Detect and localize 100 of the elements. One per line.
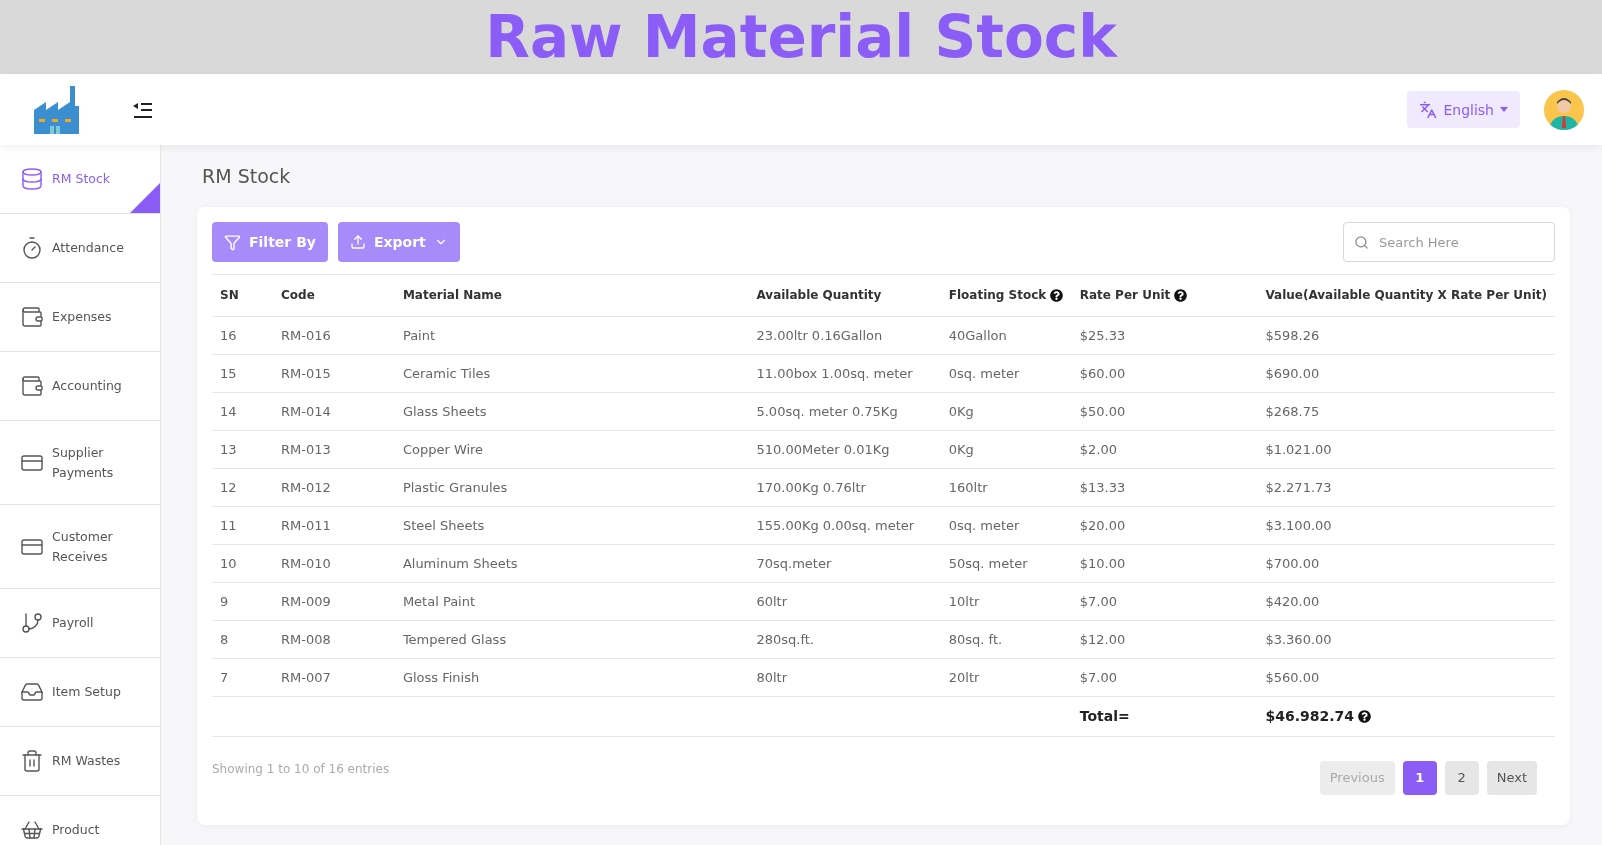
- page-button[interactable]: 2: [1444, 760, 1479, 795]
- sidebar-item[interactable]: Product: [0, 796, 160, 845]
- table-cell: 0sq. meter: [940, 506, 1072, 544]
- table-cell: $690.00: [1257, 354, 1555, 392]
- table-cell: 80ltr: [748, 658, 941, 696]
- table-cell: 7: [212, 658, 273, 696]
- table-cell: 23.00ltr 0.16Gallon: [748, 316, 941, 354]
- table-cell: Plastic Granules: [394, 468, 749, 506]
- sidebar-item[interactable]: RM Stock: [0, 145, 160, 214]
- page-title: RM Stock: [202, 165, 292, 187]
- branch-icon: [20, 611, 44, 635]
- table-cell: 60ltr: [748, 582, 941, 620]
- column-header: SN: [212, 275, 273, 316]
- table-cell: RM-012: [273, 468, 395, 506]
- table-cell: 10: [212, 544, 273, 582]
- sidebar-item[interactable]: Expenses: [0, 283, 160, 352]
- search-icon: [1354, 234, 1369, 250]
- timer-icon: [20, 236, 44, 260]
- filter-icon: [224, 233, 241, 251]
- table-cell: 510.00Meter 0.01Kg: [748, 430, 941, 468]
- page-button[interactable]: 1: [1402, 760, 1437, 795]
- sidebar-item[interactable]: Supplier Payments: [0, 421, 160, 505]
- next-button[interactable]: Next: [1486, 760, 1537, 795]
- banner-title: Raw Material Stock: [485, 3, 1117, 71]
- table-cell: RM-010: [273, 544, 395, 582]
- wallet-icon: [20, 305, 44, 329]
- language-dropdown[interactable]: English: [1407, 91, 1520, 128]
- table-cell: $20.00: [1071, 506, 1258, 544]
- table-cell: 160ltr: [940, 468, 1072, 506]
- sidebar-item[interactable]: Attendance: [0, 214, 160, 283]
- column-label: Rate Per Unit: [1079, 288, 1171, 303]
- table-cell: 0Kg: [940, 392, 1072, 430]
- table-cell: 8: [212, 620, 273, 658]
- user-avatar[interactable]: [1544, 89, 1584, 130]
- table-cell: $13.33: [1071, 468, 1258, 506]
- table-cell: $25.33: [1071, 316, 1258, 354]
- table-cell: 12: [212, 468, 273, 506]
- table-cell: $268.75: [1257, 392, 1555, 430]
- table-cell: 170.00Kg 0.76ltr: [748, 468, 941, 506]
- table-cell: $10.00: [1071, 544, 1258, 582]
- table-cell: 15: [212, 354, 273, 392]
- table-cell: 10ltr: [940, 582, 1072, 620]
- column-header: Material Name: [394, 275, 749, 316]
- table-cell: 14: [212, 392, 273, 430]
- translate-icon: [1419, 100, 1438, 119]
- help-icon[interactable]: [1050, 288, 1064, 302]
- table-cell: $560.00: [1257, 658, 1555, 696]
- table-cell: 11: [212, 506, 273, 544]
- table-cell: Copper Wire: [394, 430, 749, 468]
- table-cell: 11.00box 1.00sq. meter: [748, 354, 941, 392]
- table-cell: RM-007: [273, 658, 395, 696]
- sidebar-item[interactable]: RM Wastes: [0, 727, 160, 796]
- table-cell: 50sq. meter: [940, 544, 1072, 582]
- help-icon[interactable]: [1174, 288, 1188, 302]
- table-cell: 16: [212, 316, 273, 354]
- tray-icon: [20, 680, 44, 704]
- wallet-icon: [20, 374, 44, 398]
- table-cell: $3.100.00: [1257, 506, 1555, 544]
- table-cell: RM-015: [273, 354, 395, 392]
- table-cell: 0Kg: [940, 430, 1072, 468]
- total-label: Total=: [1071, 696, 1258, 736]
- table-cell: RM-009: [273, 582, 395, 620]
- table-cell: $2.271.73: [1257, 468, 1555, 506]
- table-cell: RM-013: [273, 430, 395, 468]
- table-cell: Glass Sheets: [394, 392, 749, 430]
- column-label: Floating Stock: [948, 288, 1047, 303]
- table-cell: $3.360.00: [1257, 620, 1555, 658]
- table-cell: RM-014: [273, 392, 395, 430]
- table-cell: Gloss Finish: [394, 658, 749, 696]
- table-cell: $7.00: [1071, 582, 1258, 620]
- table-cell: Paint: [394, 316, 749, 354]
- entries-info: Showing 1 to 10 of 16 entries: [212, 761, 390, 776]
- sidebar-item[interactable]: Payroll: [0, 589, 160, 658]
- table-cell: Ceramic Tiles: [394, 354, 749, 392]
- search-field[interactable]: Search Here: [1343, 222, 1555, 262]
- table-cell: $60.00: [1071, 354, 1258, 392]
- table-cell: $12.00: [1071, 620, 1258, 658]
- table-cell: 9: [212, 582, 273, 620]
- table-cell: Tempered Glass: [394, 620, 749, 658]
- table-cell: RM-016: [273, 316, 395, 354]
- table-cell: $2.00: [1071, 430, 1258, 468]
- table-cell: $420.00: [1257, 582, 1555, 620]
- trash-icon: [20, 749, 44, 773]
- database-icon: [20, 167, 44, 191]
- table-cell: $598.26: [1257, 316, 1555, 354]
- table-cell: 155.00Kg 0.00sq. meter: [748, 506, 941, 544]
- column-header: Available Quantity: [748, 275, 941, 316]
- table-cell: $700.00: [1257, 544, 1555, 582]
- active-corner-mark: [130, 183, 160, 213]
- table-cell: 40Gallon: [940, 316, 1072, 354]
- caret-icon: [1500, 107, 1508, 112]
- sidebar-item[interactable]: Accounting: [0, 352, 160, 421]
- column-header: Code: [273, 275, 395, 316]
- help-icon[interactable]: [1358, 709, 1371, 723]
- column-header: Value(Available Quantity X Rate Per Unit): [1257, 275, 1555, 316]
- total-value: $46.982.74: [1265, 708, 1354, 724]
- sidebar-item[interactable]: Customer Receives: [0, 505, 160, 589]
- table-cell: 70sq.meter: [748, 544, 941, 582]
- sidebar-item[interactable]: Item Setup: [0, 658, 160, 727]
- table-cell: 280sq.ft.: [748, 620, 941, 658]
